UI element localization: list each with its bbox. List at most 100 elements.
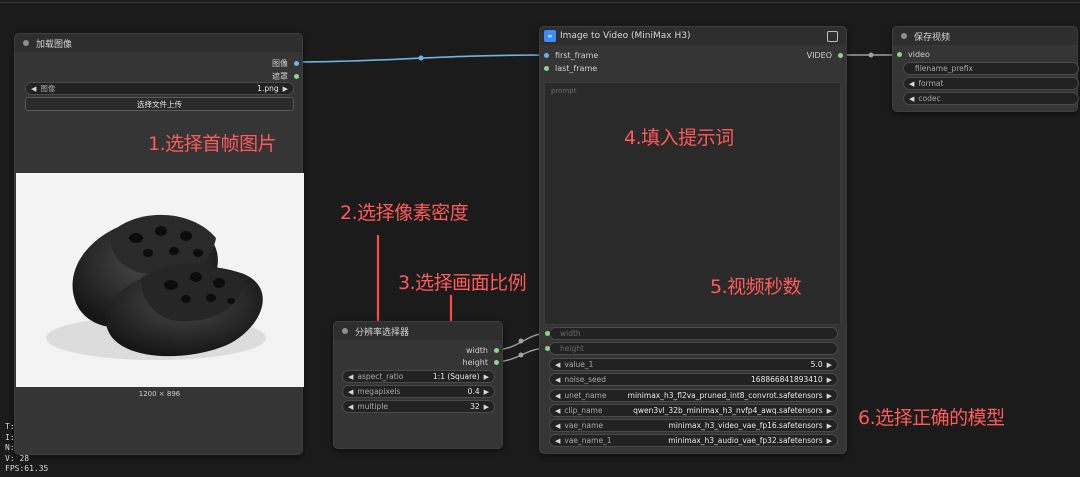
widget-label: vae_name <box>564 421 604 430</box>
widget-value: minimax_h3_fl2va_pruned_int8_convrot.saf… <box>627 391 823 400</box>
image-combo[interactable]: ◀ 图像 1.png ▶ <box>25 82 294 95</box>
wire-midpoint <box>518 352 524 358</box>
arrow-right-icon[interactable]: ▶ <box>827 422 832 430</box>
noise-seed-input[interactable]: ◀ noise_seed 168866841893410 ▶ <box>549 373 838 386</box>
output-width[interactable]: width <box>466 346 499 355</box>
workflow-canvas[interactable]: 加载图像 图像 遮罩 ◀ 图像 1.png ▶ 选择文件上传 1200 × 89… <box>0 0 1080 477</box>
codec-combo[interactable]: ◀ codec <box>903 92 1079 105</box>
arrow-right-icon[interactable]: ▶ <box>827 437 832 445</box>
unet-name-combo[interactable]: ◀ unet_name minimax_h3_fl2va_pruned_int8_… <box>549 389 838 402</box>
output-mask[interactable]: 遮罩 <box>272 71 299 82</box>
input-video[interactable]: video <box>897 50 930 59</box>
widget-label: aspect_ratio <box>357 372 404 381</box>
widget-label: megapixels <box>357 387 401 396</box>
value-1-input[interactable]: ◀ value_1 5.0 ▶ <box>549 358 838 371</box>
annotation-step-6: 6.选择正确的模型 <box>858 407 1005 429</box>
perf-hud: T: I: N: V: 28 FPS:61.35 <box>5 422 48 475</box>
arrow-right-icon[interactable]: ▶ <box>827 407 832 415</box>
aspect-ratio-combo[interactable]: ◀ aspect_ratio 1:1 (Square) ▶ <box>342 370 495 383</box>
annotation-step-2: 2.选择像素密度 <box>340 202 469 224</box>
input-label: video <box>908 50 930 59</box>
node-header[interactable]: 加载图像 <box>15 34 302 52</box>
output-pin-icon[interactable] <box>294 74 299 79</box>
arrow-left-icon[interactable]: ◀ <box>555 392 560 400</box>
multiple-input[interactable]: ◀ multiple 32 ▶ <box>342 400 495 413</box>
width-linked-input[interactable]: width <box>545 327 838 340</box>
arrow-left-icon[interactable]: ◀ <box>909 80 914 88</box>
filename-prefix-input[interactable]: filename_prefix <box>903 62 1079 75</box>
widget-value: 1:1 (Square) <box>432 372 480 381</box>
upload-button[interactable]: 选择文件上传 <box>25 97 294 111</box>
annotation-step-3: 3.选择画面比例 <box>398 272 527 294</box>
output-image[interactable]: 图像 <box>272 58 299 69</box>
input-label: first_frame <box>555 51 599 60</box>
node-save-video[interactable]: 保存视频 video filename_prefix ◀ format ◀ code… <box>892 26 1079 112</box>
input-pin-icon[interactable] <box>544 53 549 58</box>
widget-label: filename_prefix <box>915 64 973 73</box>
input-first-frame[interactable]: first_frame <box>544 51 598 60</box>
arrow-right-icon[interactable]: ▶ <box>283 85 288 93</box>
collapse-dot-icon[interactable] <box>901 33 907 39</box>
hud-line: N: <box>5 443 15 452</box>
arrow-left-icon[interactable]: ◀ <box>348 373 353 381</box>
collapse-dot-icon[interactable] <box>342 328 348 334</box>
widget-value: 0.4 <box>467 387 480 396</box>
arrow-right-icon[interactable]: ▶ <box>484 388 489 396</box>
height-linked-input[interactable]: height <box>545 342 838 355</box>
arrow-left-icon[interactable]: ◀ <box>555 422 560 430</box>
widget-value: 168866841893410 <box>751 375 823 384</box>
arrow-left-icon[interactable]: ◀ <box>555 437 560 445</box>
node-header[interactable]: 分辨率选择器 <box>334 322 502 340</box>
slipper-image <box>46 214 266 360</box>
vae-name-1-combo[interactable]: ◀ vae_name_1 minimax_h3_audio_vae_fp32.sa… <box>549 434 838 447</box>
arrow-left-icon[interactable]: ◀ <box>31 85 36 93</box>
input-pin-icon[interactable] <box>545 346 550 351</box>
widget-value: minimax_h3_video_vae_fp16.safetensors <box>668 421 823 430</box>
output-pin-icon[interactable] <box>294 61 299 66</box>
output-height[interactable]: height <box>463 358 499 367</box>
node-load-image[interactable]: 加载图像 图像 遮罩 ◀ 图像 1.png ▶ 选择文件上传 1200 × 89… <box>14 33 304 455</box>
arrow-left-icon[interactable]: ◀ <box>555 376 560 384</box>
arrow-right-icon[interactable]: ▶ <box>484 403 489 411</box>
node-header[interactable]: ∞ Image to Video (MiniMax H3) <box>540 27 846 45</box>
input-label: last_frame <box>555 64 598 73</box>
widget-label: value_1 <box>564 360 594 369</box>
format-combo[interactable]: ◀ format <box>903 77 1079 90</box>
node-image-to-video[interactable]: ∞ Image to Video (MiniMax H3) first_fram… <box>539 26 847 454</box>
megapixels-input[interactable]: ◀ megapixels 0.4 ▶ <box>342 385 495 398</box>
node-resolution-selector[interactable]: 分辨率选择器 width height ◀ aspect_ratio 1:1 (S… <box>333 321 503 449</box>
arrow-left-icon[interactable]: ◀ <box>909 95 914 103</box>
arrow-right-icon[interactable]: ▶ <box>827 361 832 369</box>
output-pin-icon[interactable] <box>838 53 843 58</box>
widget-label: codec <box>918 94 941 103</box>
expand-icon[interactable] <box>827 31 838 42</box>
output-video[interactable]: VIDEO <box>807 51 843 60</box>
widget-label: noise_seed <box>564 375 606 384</box>
output-pin-icon[interactable] <box>494 360 499 365</box>
vae-name-combo[interactable]: ◀ vae_name minimax_h3_video_vae_fp16.safe… <box>549 419 838 432</box>
arrow-left-icon[interactable]: ◀ <box>555 361 560 369</box>
widget-label: unet_name <box>564 391 607 400</box>
clip-name-combo[interactable]: ◀ clip_name qwen3vl_32b_minimax_h3_nvfp4_… <box>549 404 838 417</box>
hud-line: V: 28 <box>5 453 30 463</box>
node-header[interactable]: 保存视频 <box>893 27 1077 45</box>
input-pin-icon[interactable] <box>544 66 549 71</box>
top-divider <box>0 0 1080 3</box>
input-last-frame[interactable]: last_frame <box>544 64 597 73</box>
input-pin-icon[interactable] <box>545 331 550 336</box>
input-pin-icon[interactable] <box>897 52 902 57</box>
widget-label: 图像 <box>40 84 56 93</box>
arrow-left-icon[interactable]: ◀ <box>348 403 353 411</box>
node-title: 保存视频 <box>914 32 951 43</box>
arrow-left-icon[interactable]: ◀ <box>555 407 560 415</box>
arrow-right-icon[interactable]: ▶ <box>827 392 832 400</box>
widget-label: vae_name_1 <box>564 436 612 445</box>
collapse-dot-icon[interactable] <box>23 40 29 46</box>
arrow-left-icon[interactable]: ◀ <box>348 388 353 396</box>
widget-value: qwen3vl_32b_minimax_h3_nvfp4_awq.safeten… <box>633 406 823 415</box>
widget-value: 5.0 <box>810 360 823 369</box>
output-pin-icon[interactable] <box>494 348 499 353</box>
arrow-right-icon[interactable]: ▶ <box>827 376 832 384</box>
arrow-right-icon[interactable]: ▶ <box>484 373 489 381</box>
wire-midpoint <box>518 338 524 344</box>
